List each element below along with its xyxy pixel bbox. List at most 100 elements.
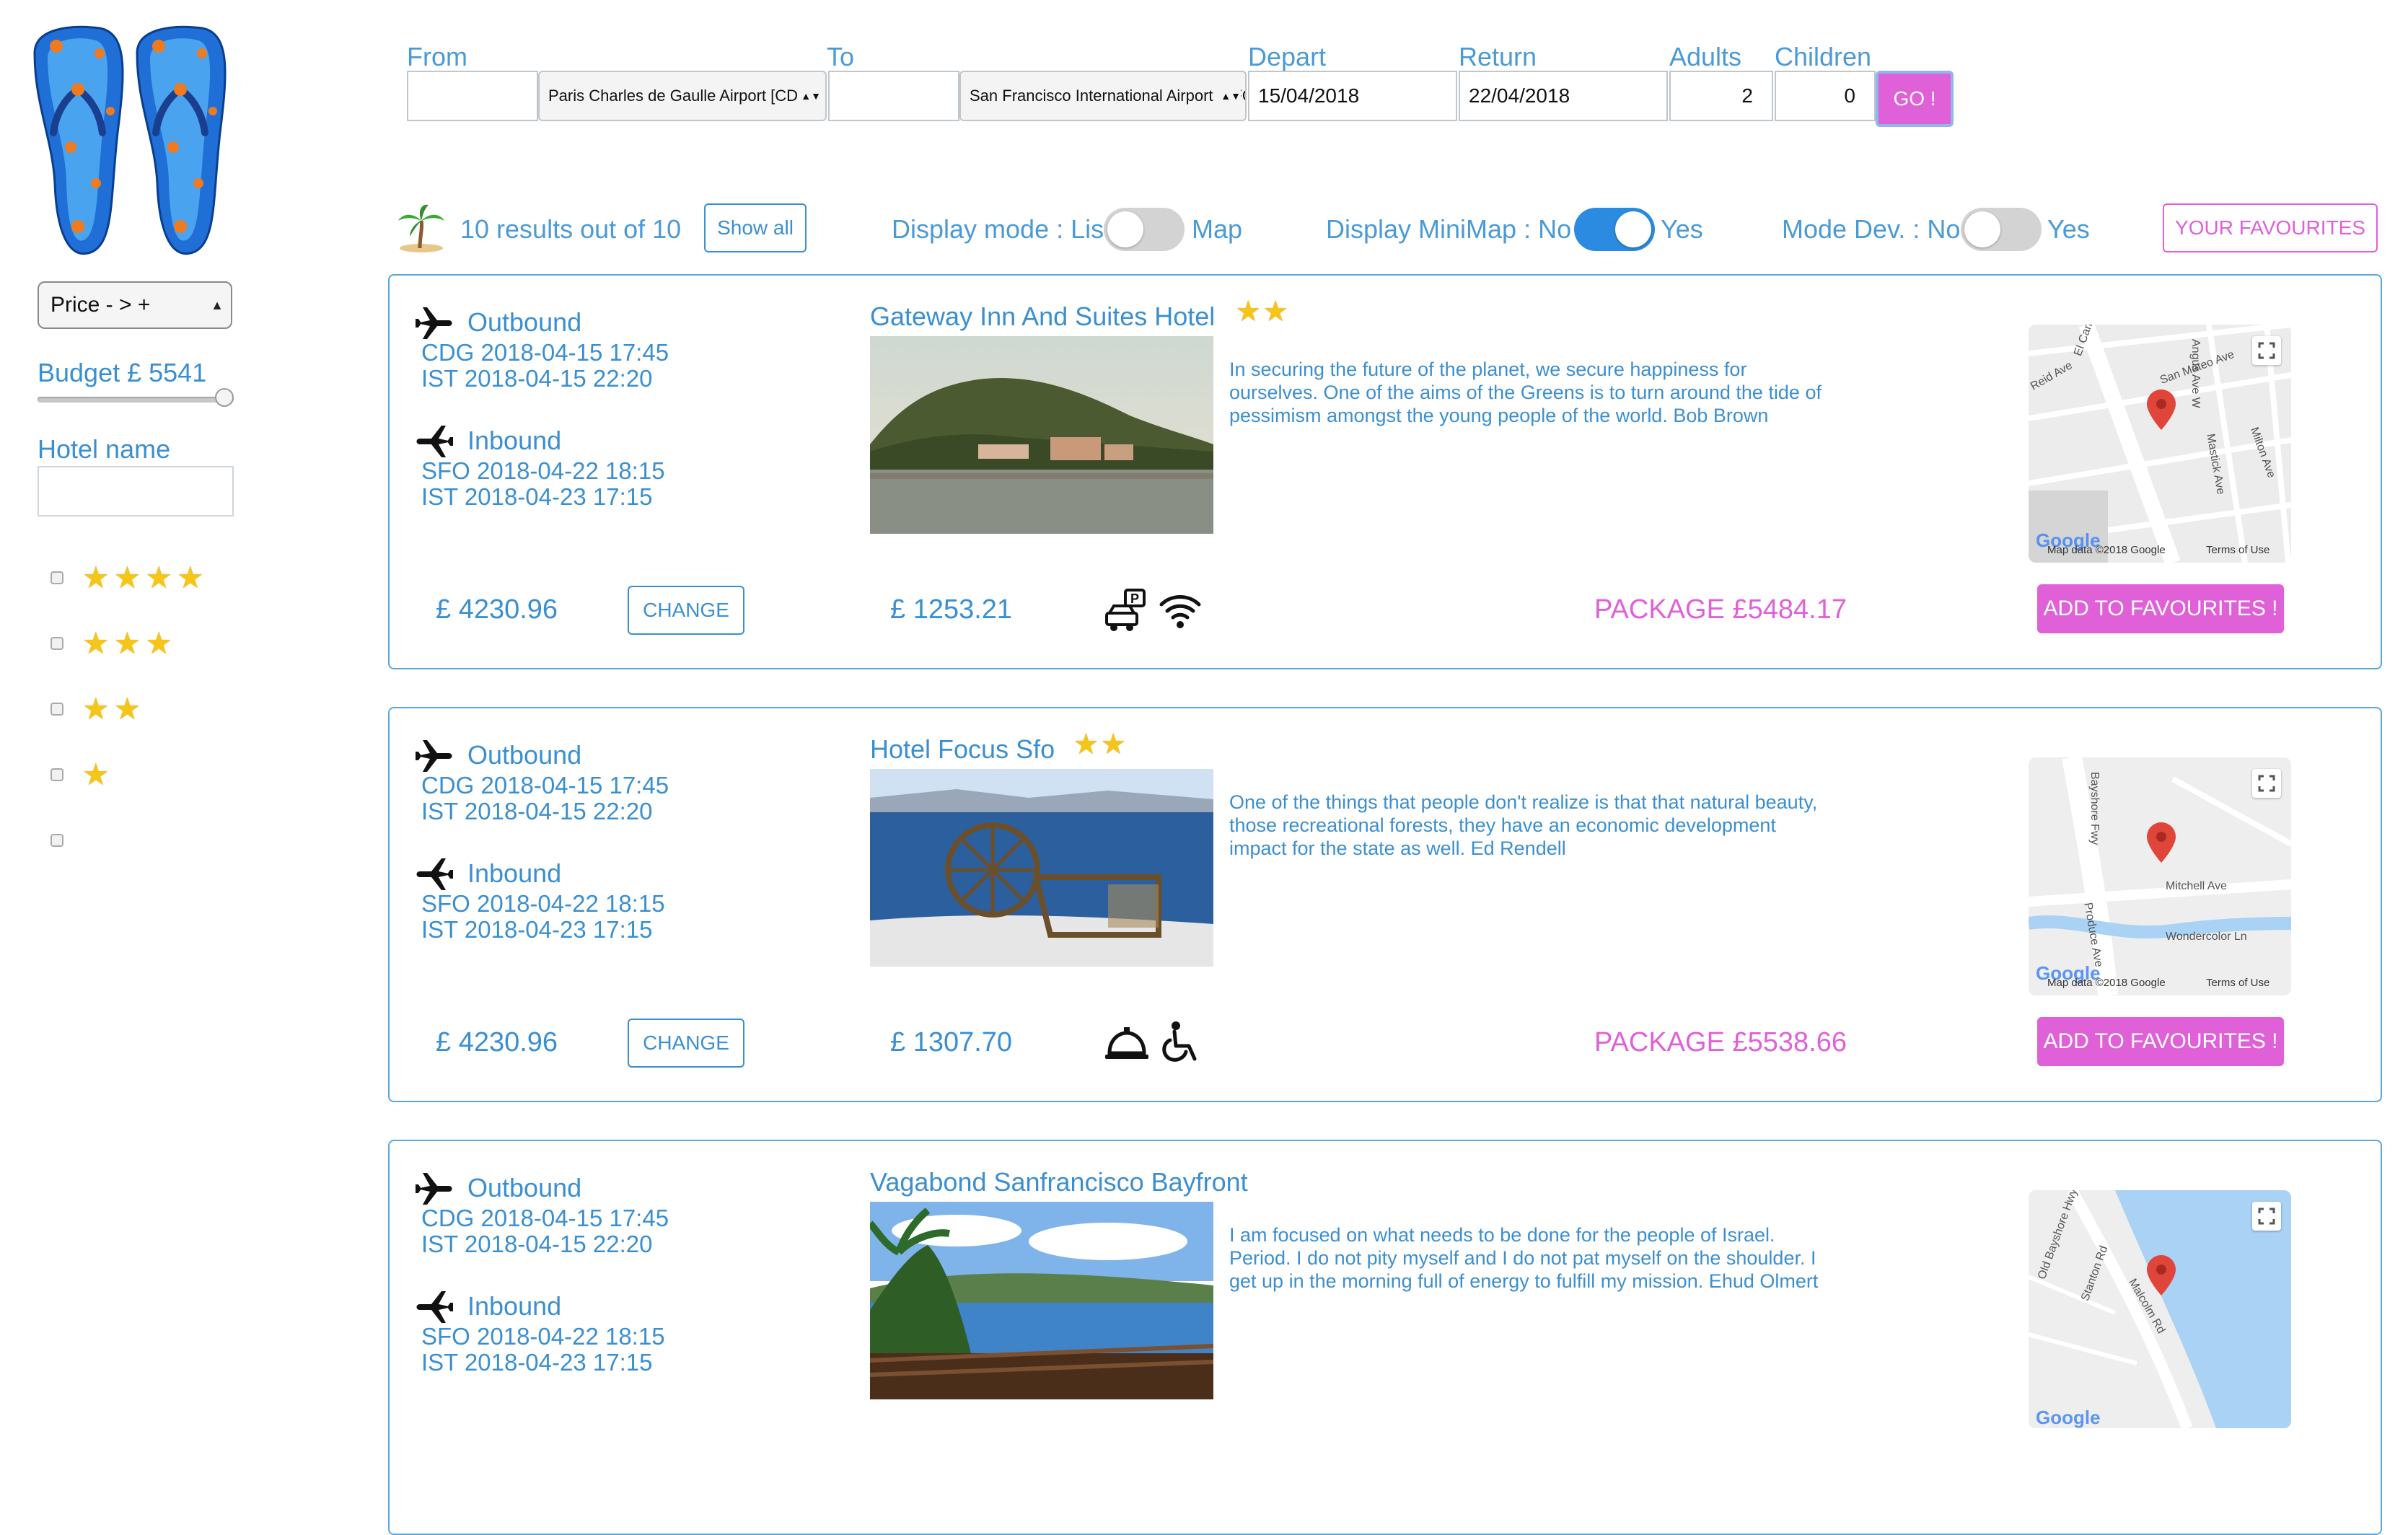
hotel-name-input[interactable] (38, 466, 234, 516)
mini-map[interactable]: El Camino RealSan Mateo AveAngus Ave WRe… (2029, 325, 2291, 563)
adults-input[interactable]: 2 (1669, 71, 1773, 121)
inbound-plane-icon (414, 1287, 454, 1327)
star-icon: ★ (145, 560, 172, 594)
star-filter-row[interactable]: ★ ★ ★ (50, 625, 177, 661)
inbound-departure: SFO 2018-04-22 18:15 (421, 457, 665, 484)
depart-date-input[interactable]: 15/04/2018 (1248, 71, 1457, 121)
palm-tree-icon (398, 204, 444, 252)
star-filter-checkbox[interactable] (50, 637, 63, 650)
show-all-button[interactable]: Show all (704, 203, 807, 252)
select-arrows-icon: ▲▼ (1218, 72, 1241, 120)
add-to-favourites-button[interactable]: ADD TO FAVOURITES ! (2037, 584, 2284, 633)
hotel-name-link[interactable]: Gateway Inn And Suites Hotel (870, 302, 1215, 332)
outbound-plane-icon (414, 1169, 454, 1209)
star-filter-row[interactable]: ★ (50, 757, 114, 793)
inbound-arrival: IST 2018-04-23 17:15 (421, 483, 653, 510)
wifi-icon (1157, 587, 1203, 633)
budget-slider-track[interactable] (38, 397, 234, 403)
add-to-favourites-button[interactable]: ADD TO FAVOURITES ! (2037, 1017, 2284, 1066)
minimap-toggle[interactable] (1574, 208, 1655, 251)
star-icon: ★ (82, 626, 110, 660)
map-pin-icon (2147, 1255, 2176, 1299)
outbound-plane-icon (414, 736, 454, 776)
from-input[interactable] (407, 71, 538, 121)
star-filter-row[interactable] (50, 822, 82, 858)
change-flight-button[interactable]: CHANGE (628, 586, 744, 635)
minimap-alt-label: Yes (1661, 214, 1703, 244)
hotel-photo[interactable] (870, 1202, 1213, 1399)
hotel-photo[interactable] (870, 336, 1213, 534)
hotel-stars: ★ ★ (1073, 730, 1128, 759)
to-airport-value: San Francisco International Airport [SFO… (970, 87, 1247, 105)
package-price: PACKAGE £5538.66 (1594, 1027, 1847, 1057)
your-favourites-button[interactable]: YOUR FAVOURITES (2163, 203, 2378, 252)
star-icon: ★ (82, 757, 110, 791)
inbound-label: Inbound (467, 1291, 562, 1321)
display-mode-toggle[interactable] (1104, 208, 1185, 251)
map-terms-link[interactable]: Terms of Use (2206, 544, 2269, 556)
children-input[interactable]: 0 (1775, 71, 1876, 121)
star-filter-checkbox[interactable] (50, 834, 63, 847)
star-filter-checkbox[interactable] (50, 571, 63, 584)
sort-select-value: Price - > + (50, 293, 151, 317)
result-card: Outbound CDG 2018-04-15 17:45 IST 2018-04-… (388, 707, 2382, 1102)
from-airport-select[interactable]: Paris Charles de Gaulle Airport [CDG] ▲▼ (538, 71, 827, 121)
mini-map[interactable]: Old Bayshore Hwy Malcolm Rd Stanton Rd Goog… (2029, 1190, 2291, 1428)
inbound-label: Inbound (467, 858, 562, 888)
to-input[interactable] (828, 71, 959, 121)
star-icon: ★ (176, 560, 204, 594)
return-date-input[interactable]: 22/04/2018 (1459, 71, 1668, 121)
inbound-label: Inbound (467, 426, 562, 455)
fullscreen-icon[interactable] (2252, 336, 2281, 365)
map-terms-link[interactable]: Terms of Use (2206, 977, 2269, 989)
inbound-plane-icon (414, 854, 454, 894)
outbound-plane-icon (414, 303, 454, 343)
star-filter-checkbox[interactable] (50, 768, 63, 781)
outbound-arrival: IST 2018-04-15 22:20 (421, 365, 653, 392)
fullscreen-icon[interactable] (2252, 769, 2281, 798)
toggle-knob (1107, 211, 1143, 247)
to-airport-select[interactable]: San Francisco International Airport [SFO… (959, 71, 1247, 121)
star-icon: ★ (1262, 296, 1289, 327)
to-label: To (827, 42, 855, 71)
hotel-description: One of the things that people don't real… (1229, 791, 1818, 859)
outbound-label: Outbound (467, 307, 582, 337)
inbound-arrival: IST 2018-04-23 17:15 (421, 916, 653, 943)
mini-map[interactable]: Bayshore Fwy Mitchell Ave Produce Ave Wonde… (2029, 757, 2291, 995)
star-icon: ★ (1235, 296, 1262, 327)
select-arrows-icon: ▲ (211, 298, 224, 312)
hotel-description: In securing the future of the planet, we… (1229, 359, 1822, 426)
star-filter-row[interactable]: ★ ★ (50, 691, 145, 727)
from-label: From (407, 42, 467, 71)
hotel-name-link[interactable]: Hotel Focus Sfo (870, 734, 1055, 765)
outbound-label: Outbound (467, 1173, 582, 1202)
map-data-attribution: Map data ©2018 Google (2047, 544, 2166, 556)
display-mode-alt-label: Map (1192, 214, 1243, 244)
sort-select[interactable]: Price - > + ▲ (38, 281, 232, 329)
inbound-departure: SFO 2018-04-22 18:15 (421, 890, 665, 917)
map-street-label: Mitchell Ave (2166, 880, 2228, 892)
star-filter-row[interactable]: ★ ★ ★ ★ (50, 560, 208, 596)
hotel-stars: ★ ★ (1235, 297, 1290, 326)
flight-price: £ 4230.96 (436, 1027, 558, 1057)
toggle-knob (1615, 211, 1651, 247)
return-label: Return (1459, 42, 1537, 71)
result-card: Outbound CDG 2018-04-15 17:45 IST 2018-04-… (388, 1140, 2382, 1535)
budget-label: Budget £ 5541 (38, 358, 207, 387)
budget-slider-handle[interactable] (215, 388, 234, 407)
change-flight-button[interactable]: CHANGE (628, 1019, 744, 1068)
flight-price: £ 4230.96 (436, 594, 558, 625)
fullscreen-icon[interactable] (2252, 1202, 2281, 1231)
star-filter-checkbox[interactable] (50, 703, 63, 716)
hotel-photo[interactable] (870, 769, 1213, 967)
hotel-name-link[interactable]: Vagabond Sanfrancisco Bayfront (870, 1167, 1248, 1197)
depart-label: Depart (1248, 42, 1327, 71)
inbound-arrival: IST 2018-04-23 17:15 (421, 1349, 653, 1376)
outbound-departure: CDG 2018-04-15 17:45 (421, 339, 669, 366)
mode-dev-label: Mode Dev. : No (1782, 214, 1961, 244)
outbound-departure: CDG 2018-04-15 17:45 (421, 772, 669, 799)
map-street-label: Wondercolor Ln (2166, 931, 2247, 943)
mode-dev-toggle[interactable] (1961, 208, 2042, 251)
go-button[interactable]: GO ! (1876, 71, 1954, 127)
outbound-departure: CDG 2018-04-15 17:45 (421, 1205, 669, 1231)
